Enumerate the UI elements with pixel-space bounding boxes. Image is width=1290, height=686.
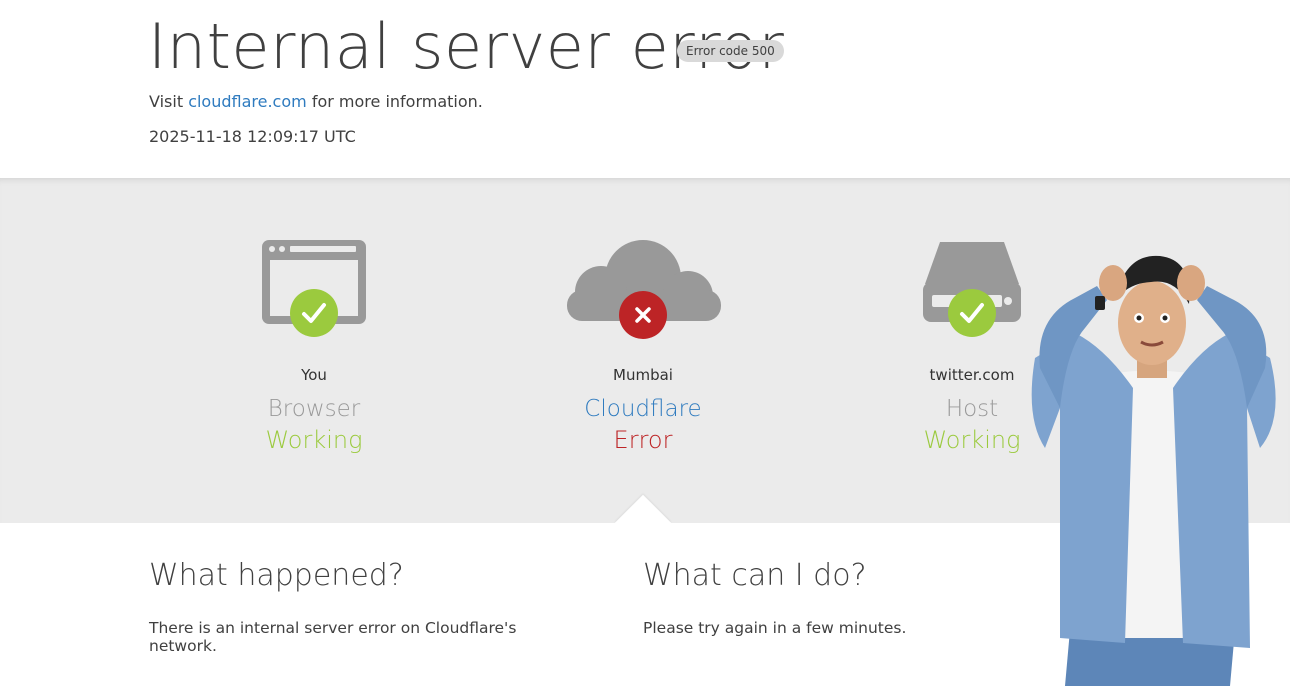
cloudflare-link[interactable]: cloudflare.com — [188, 92, 307, 111]
error-page: Internal server error Error code 500 Vis… — [0, 0, 1290, 686]
timestamp: 2025-11-18 12:09:17 UTC — [149, 127, 356, 146]
visit-prefix: Visit — [149, 92, 184, 111]
node-location: You — [301, 366, 327, 384]
status-node-cloudflare: Mumbai Cloudflare Error — [523, 230, 763, 454]
error-code-badge: Error code 500 — [677, 40, 784, 62]
node-name: Browser — [267, 396, 361, 422]
visit-line: Visit cloudflare.com for more informatio… — [149, 92, 483, 111]
error-badge-icon — [619, 291, 667, 339]
browser-window-icon — [194, 230, 434, 342]
check-badge-icon — [948, 289, 996, 337]
what-happened-text: There is an internal server error on Clo… — [149, 619, 517, 655]
cloud-icon — [523, 230, 763, 342]
node-name: Cloudflare — [584, 396, 702, 422]
what-happened-heading: What happened? — [149, 558, 404, 593]
check-badge-icon — [290, 289, 338, 337]
stressed-person-image — [1031, 255, 1276, 686]
what-happened-section: What happened? There is an internal serv… — [149, 558, 589, 655]
error-header: Internal server error Error code 500 Vis… — [0, 0, 1290, 178]
visit-suffix: for more information. — [311, 92, 483, 111]
node-status: Error — [613, 426, 673, 454]
status-node-browser: You Browser Working — [194, 230, 434, 454]
node-location: Mumbai — [613, 366, 673, 384]
node-status: Working — [265, 426, 363, 454]
